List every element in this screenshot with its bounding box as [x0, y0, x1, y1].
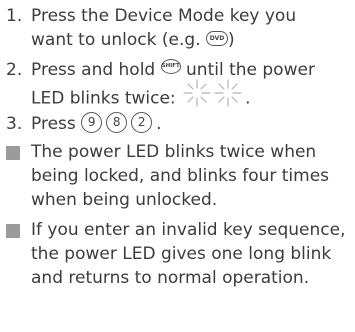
- key-8-icon: 8: [106, 112, 128, 133]
- step-2-line-1: 2. Press and hold SHIFT until the power: [6, 58, 315, 82]
- shift-key-icon: SHIFT: [160, 58, 181, 74]
- step-text: Press and hold: [31, 60, 161, 80]
- step-text: ): [228, 30, 235, 50]
- step-text: until the power: [180, 60, 315, 80]
- step-3: 3. Press 982.: [6, 112, 162, 136]
- step-text: .: [156, 114, 162, 134]
- step-text: .: [245, 88, 251, 109]
- key-9-icon: 9: [81, 112, 103, 133]
- square-bullet-icon: [6, 146, 20, 160]
- step-text: Press the Device Mode key you: [31, 6, 297, 26]
- square-bullet-icon: [6, 224, 20, 238]
- step-text: Press: [31, 114, 82, 134]
- instructions-page: 1. Press the Device Mode key you want to …: [0, 0, 355, 332]
- note-text: The power LED blinks twice when being lo…: [31, 142, 330, 210]
- step-2: 2. Press and hold SHIFT until the power L…: [6, 58, 315, 115]
- step-number: 1.: [6, 6, 23, 26]
- step-1-line-1: 1. Press the Device Mode key you: [6, 4, 296, 28]
- step-1-line-2: want to unlock (e.g. DVD): [6, 28, 296, 52]
- step-number: 2.: [6, 60, 23, 80]
- step-number: 3.: [6, 114, 23, 134]
- step-text: LED blinks twice:: [31, 88, 182, 109]
- step-1: 1. Press the Device Mode key you want to …: [6, 4, 296, 52]
- step-2-line-2: LED blinks twice: .: [6, 79, 315, 115]
- note-1: The power LED blinks twice when being lo…: [6, 140, 351, 212]
- led-blink-icon: [181, 78, 245, 115]
- key-2-icon: 2: [131, 112, 153, 133]
- note-text: If you enter an invalid key sequence, th…: [31, 220, 346, 288]
- step-text: want to unlock (e.g.: [31, 30, 206, 50]
- dvd-key-icon: DVD: [206, 31, 228, 46]
- note-2: If you enter an invalid key sequence, th…: [6, 218, 351, 290]
